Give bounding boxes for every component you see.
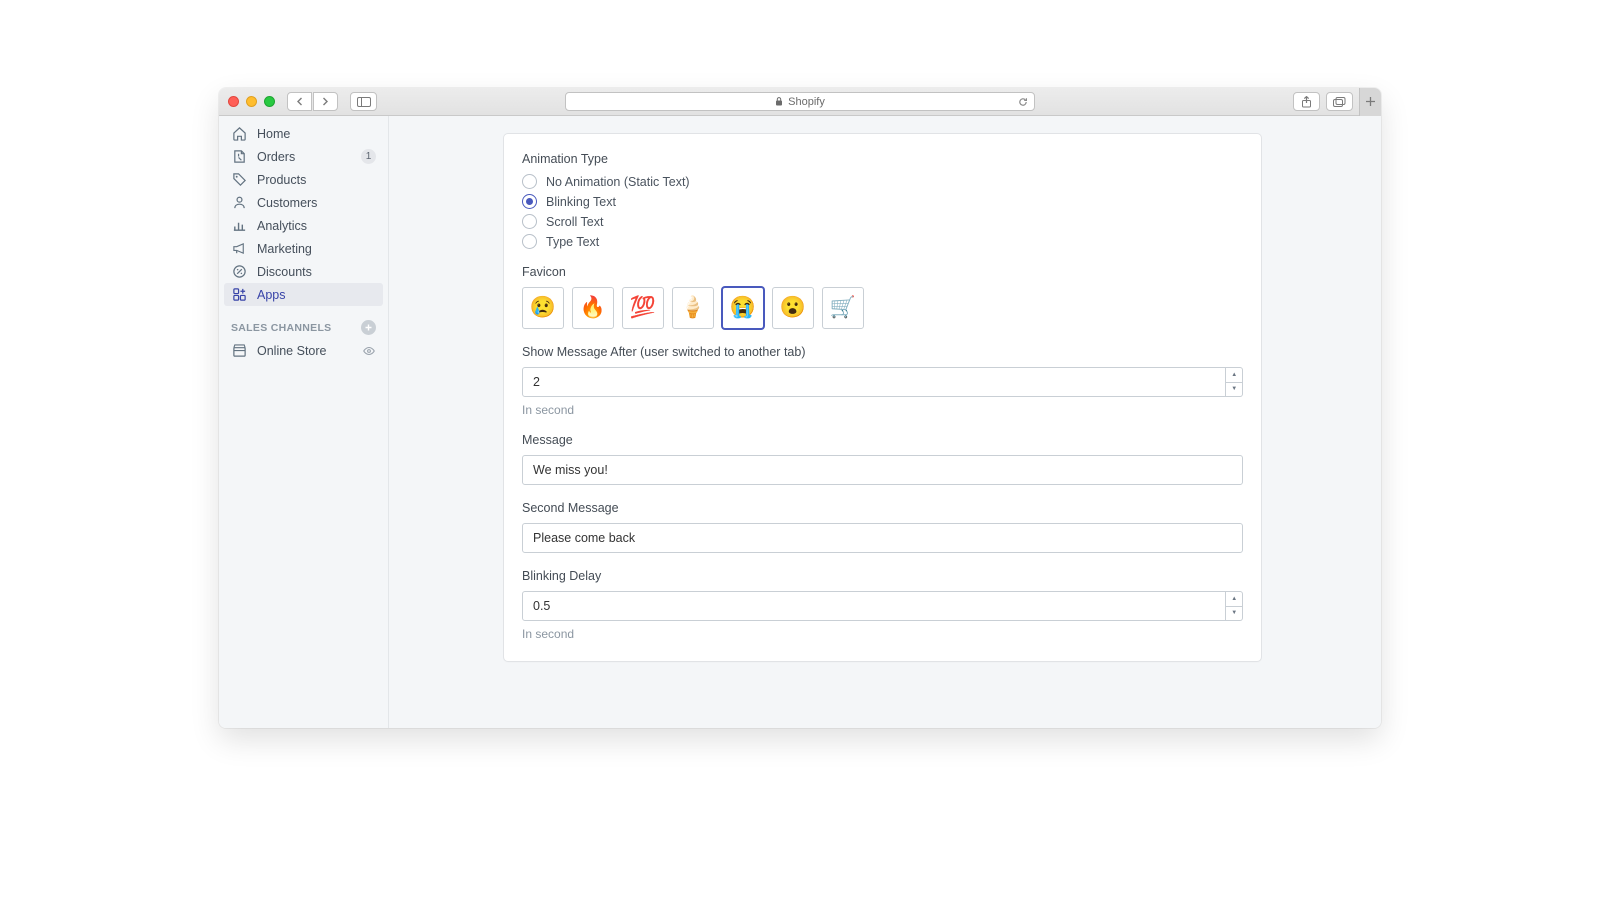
admin-sidebar: Home Orders 1 Products Customers <box>219 116 389 728</box>
view-store-icon[interactable] <box>362 344 376 358</box>
radio-scroll-text[interactable]: Scroll Text <box>522 214 1243 229</box>
message-group: Message <box>522 433 1243 485</box>
favicon-options: 😢 🔥 💯 🍦 😭 😮 🛒 <box>522 287 1243 329</box>
second-message-group: Second Message <box>522 501 1243 553</box>
shopify-admin: Home Orders 1 Products Customers <box>219 116 1381 728</box>
sidebar-item-label: Products <box>257 173 306 187</box>
add-channel-button[interactable] <box>361 320 376 335</box>
step-up-button[interactable]: ▲ <box>1226 592 1242 607</box>
store-icon <box>231 343 247 359</box>
radio-type-text[interactable]: Type Text <box>522 234 1243 249</box>
share-button[interactable] <box>1293 92 1320 111</box>
second-message-label: Second Message <box>522 501 1243 515</box>
sidebar-item-home[interactable]: Home <box>219 122 388 145</box>
sidebar-item-label: Home <box>257 127 290 141</box>
step-up-button[interactable]: ▲ <box>1226 368 1242 383</box>
blinking-delay-input[interactable] <box>522 591 1226 621</box>
sidebar-item-label: Marketing <box>257 242 312 256</box>
message-label: Message <box>522 433 1243 447</box>
reload-icon[interactable] <box>1018 97 1028 107</box>
sidebar-item-label: Orders <box>257 150 295 164</box>
radio-label: Scroll Text <box>546 215 603 229</box>
megaphone-icon <box>231 241 247 257</box>
safari-window: Shopify Home <box>219 88 1381 728</box>
orders-icon <box>231 149 247 165</box>
close-window-button[interactable] <box>228 96 239 107</box>
sidebar-item-label: Customers <box>257 196 317 210</box>
tabs-button[interactable] <box>1326 92 1353 111</box>
show-after-group: Show Message After (user switched to ano… <box>522 345 1243 417</box>
favicon-option-hushed[interactable]: 😮 <box>772 287 814 329</box>
tag-icon <box>231 172 247 188</box>
browser-titlebar: Shopify <box>219 88 1381 116</box>
analytics-icon <box>231 218 247 234</box>
favicon-label: Favicon <box>522 265 1243 279</box>
show-after-stepper: ▲ ▼ <box>1226 367 1243 397</box>
sidebar-item-label: Apps <box>257 288 286 302</box>
sidebar-item-label: Analytics <box>257 219 307 233</box>
blinking-delay-stepper: ▲ ▼ <box>1226 591 1243 621</box>
radio-label: No Animation (Static Text) <box>546 175 690 189</box>
settings-card: Animation Type No Animation (Static Text… <box>504 134 1261 661</box>
radio-icon <box>522 234 537 249</box>
zoom-window-button[interactable] <box>264 96 275 107</box>
blinking-delay-help: In second <box>522 627 1243 641</box>
sidebar-item-analytics[interactable]: Analytics <box>219 214 388 237</box>
radio-label: Type Text <box>546 235 599 249</box>
favicon-option-hundred[interactable]: 💯 <box>622 287 664 329</box>
nav-forward-button[interactable] <box>313 92 338 111</box>
nav-back-forward <box>287 92 338 111</box>
sidebar-item-discounts[interactable]: Discounts <box>219 260 388 283</box>
animation-type-label: Animation Type <box>522 152 1243 166</box>
favicon-option-cart[interactable]: 🛒 <box>822 287 864 329</box>
lock-icon <box>775 97 783 106</box>
discount-icon <box>231 264 247 280</box>
radio-icon <box>522 174 537 189</box>
sidebar-toggle <box>350 92 377 111</box>
orders-badge: 1 <box>361 149 376 164</box>
sidebar-toggle-button[interactable] <box>350 92 377 111</box>
sidebar-item-customers[interactable]: Customers <box>219 191 388 214</box>
sidebar-item-products[interactable]: Products <box>219 168 388 191</box>
sidebar-item-label: Discounts <box>257 265 312 279</box>
address-bar[interactable]: Shopify <box>565 92 1035 111</box>
new-tab-button[interactable] <box>1359 88 1381 116</box>
sidebar-channel-online-store[interactable]: Online Store <box>219 339 388 362</box>
favicon-option-crying[interactable]: 😢 <box>522 287 564 329</box>
minimize-window-button[interactable] <box>246 96 257 107</box>
home-icon <box>231 126 247 142</box>
section-title-label: SALES CHANNELS <box>231 322 331 334</box>
show-after-label: Show Message After (user switched to ano… <box>522 345 1243 359</box>
window-controls <box>228 96 275 107</box>
radio-icon <box>522 194 537 209</box>
radio-icon <box>522 214 537 229</box>
favicon-option-fire[interactable]: 🔥 <box>572 287 614 329</box>
toolbar-right <box>1293 92 1353 111</box>
address-bar-label: Shopify <box>788 96 825 108</box>
sidebar-item-marketing[interactable]: Marketing <box>219 237 388 260</box>
radio-blinking-text[interactable]: Blinking Text <box>522 194 1243 209</box>
show-after-input[interactable] <box>522 367 1226 397</box>
favicon-option-icecream[interactable]: 🍦 <box>672 287 714 329</box>
sales-channels-header: SALES CHANNELS <box>219 306 388 339</box>
blinking-delay-label: Blinking Delay <box>522 569 1243 583</box>
animation-type-group: Animation Type No Animation (Static Text… <box>522 152 1243 249</box>
second-message-input[interactable] <box>522 523 1243 553</box>
radio-no-animation[interactable]: No Animation (Static Text) <box>522 174 1243 189</box>
sidebar-item-orders[interactable]: Orders 1 <box>219 145 388 168</box>
favicon-option-sob[interactable]: 😭 <box>722 287 764 329</box>
blinking-delay-group: Blinking Delay ▲ ▼ In second <box>522 569 1243 641</box>
person-icon <box>231 195 247 211</box>
step-down-button[interactable]: ▼ <box>1226 607 1242 621</box>
favicon-group: Favicon 😢 🔥 💯 🍦 😭 😮 🛒 <box>522 265 1243 329</box>
message-input[interactable] <box>522 455 1243 485</box>
apps-icon <box>231 287 247 303</box>
main-content: Animation Type No Animation (Static Text… <box>389 116 1381 728</box>
sidebar-item-apps[interactable]: Apps <box>224 283 383 306</box>
show-after-help: In second <box>522 403 1243 417</box>
sidebar-item-label: Online Store <box>257 344 326 358</box>
step-down-button[interactable]: ▼ <box>1226 383 1242 397</box>
nav-back-button[interactable] <box>287 92 312 111</box>
radio-label: Blinking Text <box>546 195 616 209</box>
